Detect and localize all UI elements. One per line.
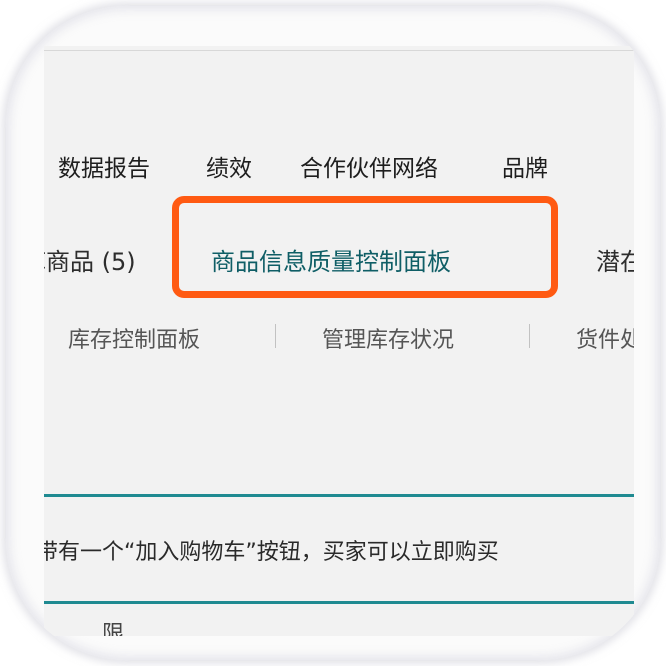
- menu-item-performance[interactable]: 绩效: [206, 149, 252, 183]
- description-text: 带有一个“加入购物车”按钮，买家可以立即购买: [44, 540, 499, 565]
- clipped-next-row-text: 限: [102, 622, 125, 636]
- tab-potential[interactable]: 潜在: [596, 242, 634, 277]
- section-divider-bottom: [44, 601, 634, 604]
- subnav-separator: [529, 324, 530, 348]
- highlight-annotation-box: [172, 196, 558, 298]
- top-divider: [44, 50, 634, 51]
- screenshot-area: 数据报告 绩效 合作伙伴网络 品牌 库商品 (5) 商品信息质量控制面板 潜在 …: [44, 46, 634, 636]
- menu-item-data-reports[interactable]: 数据报告: [58, 149, 150, 183]
- rounded-frame: 数据报告 绩效 合作伙伴网络 品牌 库商品 (5) 商品信息质量控制面板 潜在 …: [6, 6, 660, 660]
- tab-inventory-items[interactable]: 库商品 (5): [44, 242, 136, 277]
- section-divider-top: [44, 494, 634, 497]
- menu-item-partner-network[interactable]: 合作伙伴网络: [300, 149, 438, 183]
- subnav-manage-inventory-health[interactable]: 管理库存状况: [322, 322, 454, 354]
- menu-item-brand[interactable]: 品牌: [502, 149, 548, 183]
- subnav-inventory-dashboard[interactable]: 库存控制面板: [68, 322, 200, 354]
- subnav-shipments[interactable]: 货件处: [576, 322, 634, 354]
- subnav-separator: [275, 324, 276, 348]
